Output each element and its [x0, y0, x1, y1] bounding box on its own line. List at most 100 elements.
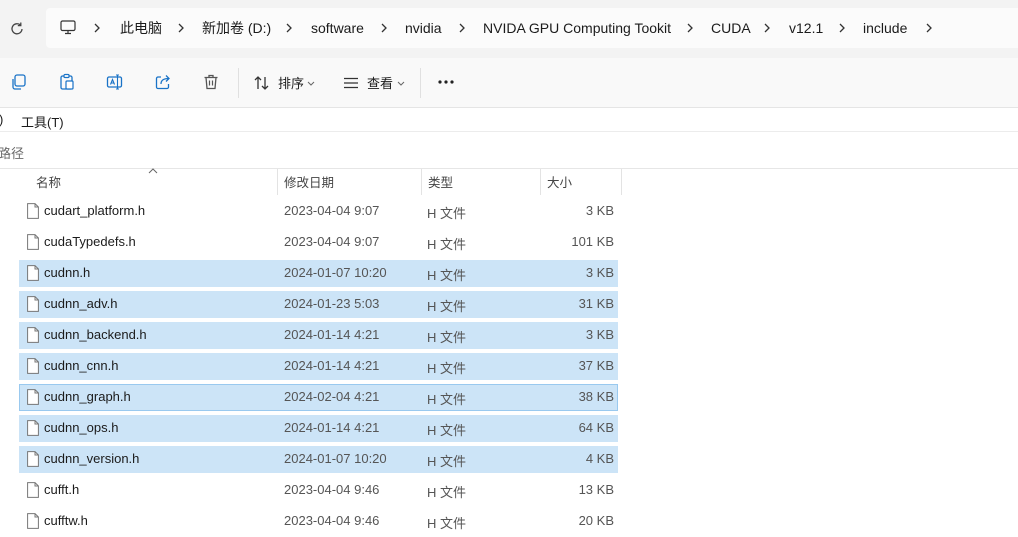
file-icon — [27, 203, 39, 219]
file-name: cudnn_ops.h — [44, 420, 119, 435]
file-date: 2023-04-04 9:46 — [284, 482, 380, 497]
trash-icon — [204, 74, 218, 90]
file-icon — [27, 389, 39, 405]
file-date: 2024-01-07 10:20 — [284, 265, 387, 280]
column-divider[interactable] — [540, 169, 541, 195]
breadcrumb-include[interactable]: include — [863, 8, 907, 48]
delete-button[interactable] — [198, 69, 224, 95]
file-type: H 文件 — [427, 206, 467, 221]
chevron-right-icon — [764, 23, 770, 33]
file-type: H 文件 — [427, 423, 467, 438]
copy-icon — [12, 74, 26, 90]
file-type: H 文件 — [427, 454, 467, 469]
chevron-right-icon — [286, 23, 292, 33]
copy-button[interactable] — [6, 69, 32, 95]
command-separator — [420, 68, 421, 98]
file-row[interactable]: cudnn.h 2024-01-07 10:20 H 文件 3 KB — [19, 260, 618, 287]
file-type: H 文件 — [427, 392, 467, 407]
sort-button[interactable]: 排序 — [250, 68, 320, 98]
rename-icon — [106, 74, 123, 90]
file-date: 2024-01-14 4:21 — [284, 358, 380, 373]
address-bar-row: 此电脑 新加卷 (D:) software nvidia NVIDA GPU C… — [0, 0, 1018, 58]
file-row[interactable]: cudnn_adv.h 2024-01-23 5:03 H 文件 31 KB — [19, 291, 618, 318]
file-size: 3 KB — [585, 265, 614, 280]
file-icon — [27, 265, 39, 281]
more-button[interactable] — [432, 69, 460, 95]
file-row[interactable]: cufft.h 2023-04-04 9:46 H 文件 13 KB — [19, 477, 618, 504]
breadcrumb-cuda[interactable]: CUDA — [711, 8, 751, 48]
file-name: cudnn_backend.h — [44, 327, 147, 342]
file-row[interactable]: cudart_platform.h 2023-04-04 9:07 H 文件 3 KB — [19, 198, 618, 225]
refresh-button[interactable] — [6, 18, 28, 40]
file-row[interactable]: cudnn_cnn.h 2024-01-14 4:21 H 文件 37 KB — [19, 353, 618, 380]
file-date: 2024-01-07 10:20 — [284, 451, 387, 466]
file-icon — [27, 327, 39, 343]
breadcrumb-this-pc[interactable]: 此电脑 — [120, 8, 162, 48]
file-type: H 文件 — [427, 516, 467, 531]
file-size: 20 KB — [578, 513, 614, 528]
view-list-icon — [344, 77, 358, 89]
file-date: 2024-01-14 4:21 — [284, 420, 380, 435]
sort-icon — [254, 76, 269, 90]
path-bar[interactable]: 路径 — [0, 133, 1018, 169]
column-header-date[interactable]: 修改日期 — [284, 171, 334, 195]
chevron-right-icon — [459, 23, 465, 33]
refresh-icon — [11, 22, 23, 35]
share-button[interactable] — [150, 69, 176, 95]
menu-item-partial[interactable]: ) — [0, 112, 3, 127]
file-size: 38 KB — [578, 389, 614, 404]
file-row[interactable]: cudnn_graph.h 2024-02-04 4:21 H 文件 38 KB — [19, 384, 618, 411]
file-name: cufft.h — [44, 482, 80, 497]
column-header-type[interactable]: 类型 — [428, 171, 453, 195]
paste-icon — [60, 73, 74, 90]
rename-button[interactable] — [102, 69, 128, 95]
paste-button[interactable] — [54, 69, 80, 95]
file-row[interactable]: cudaTypedefs.h 2023-04-04 9:07 H 文件 101 KB — [19, 229, 618, 256]
file-name: cudnn_cnn.h — [44, 358, 119, 373]
breadcrumb-gpu-toolkit[interactable]: NVIDA GPU Computing Tookit — [483, 8, 671, 48]
file-icon — [27, 482, 39, 498]
file-icon — [27, 358, 39, 374]
column-header-size[interactable]: 大小 — [547, 171, 572, 195]
sort-ascending-icon — [148, 168, 158, 174]
more-icon — [438, 80, 454, 84]
breadcrumb-software[interactable]: software — [311, 8, 364, 48]
column-header-name[interactable]: 名称 — [36, 171, 61, 195]
file-size: 13 KB — [578, 482, 614, 497]
column-divider[interactable] — [421, 169, 422, 195]
file-date: 2023-04-04 9:46 — [284, 513, 380, 528]
file-row[interactable]: cufftw.h 2023-04-04 9:46 H 文件 20 KB — [19, 508, 618, 535]
chevron-right-icon — [687, 23, 693, 33]
file-name: cufftw.h — [44, 513, 88, 528]
file-type: H 文件 — [427, 268, 467, 283]
file-type: H 文件 — [427, 299, 467, 314]
breadcrumb-nvidia[interactable]: nvidia — [405, 8, 442, 48]
chevron-down-icon — [307, 81, 315, 86]
view-button[interactable]: 查看 — [340, 68, 410, 98]
file-type: H 文件 — [427, 237, 467, 252]
column-divider[interactable] — [277, 169, 278, 195]
file-date: 2024-01-23 5:03 — [284, 296, 380, 311]
command-separator — [238, 68, 239, 98]
file-name: cudnn.h — [44, 265, 91, 280]
file-name: cudart_platform.h — [44, 203, 146, 218]
file-name: cudnn_version.h — [44, 451, 140, 466]
file-row[interactable]: cudnn_backend.h 2024-01-14 4:21 H 文件 3 KB — [19, 322, 618, 349]
chevron-right-icon[interactable] — [924, 21, 934, 35]
breadcrumb-drive-d[interactable]: 新加卷 (D:) — [202, 8, 271, 48]
menu-bar: ) 工具(T) — [0, 108, 1018, 132]
file-row[interactable]: cudnn_ops.h 2024-01-14 4:21 H 文件 64 KB — [19, 415, 618, 442]
column-divider[interactable] — [621, 169, 622, 195]
sort-label: 排序 — [278, 76, 305, 91]
menu-item-tools[interactable]: 工具(T) — [21, 112, 64, 131]
file-row[interactable]: cudnn_version.h 2024-01-07 10:20 H 文件 4 KB — [19, 446, 618, 473]
file-type: H 文件 — [427, 330, 467, 345]
file-list: 名称 修改日期 类型 大小 cudart_platform.h 2023-04-0… — [0, 168, 1018, 537]
file-size: 4 KB — [585, 451, 614, 466]
chevron-right-icon — [178, 23, 184, 33]
address-box[interactable]: 此电脑 新加卷 (D:) software nvidia NVIDA GPU C… — [46, 8, 1018, 48]
file-date: 2024-01-14 4:21 — [284, 327, 380, 342]
file-name: cudnn_graph.h — [44, 389, 131, 404]
file-icon — [27, 513, 39, 529]
breadcrumb-v12-1[interactable]: v12.1 — [789, 8, 823, 48]
